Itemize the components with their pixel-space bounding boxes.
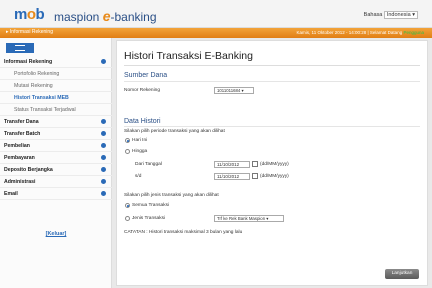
brand-e: e [102,8,111,24]
brand-suffix: -banking [110,10,157,24]
page-title: Histori Transaksi E-Banking [124,50,253,62]
user-name: Pengguna [403,30,424,35]
menu-icon [15,45,25,51]
sidebar-item-transfer-dana[interactable]: Transfer Dana [0,116,112,128]
expand-icon [101,179,106,184]
sidebar-item-label: Portofolio Rekening [14,71,60,77]
divider [124,126,420,127]
status-bar: ▸ Informasi Rekening Kamis, 11 Oktober 2… [0,28,432,38]
account-value: 1011011684 [217,88,241,93]
expand-icon [101,143,106,148]
sidebar-item-pembelian[interactable]: Pembelian [0,140,112,152]
radio-type-label: Jenis Transaksi [132,216,166,221]
continue-button[interactable]: Lanjutkan [385,269,419,279]
from-date-field[interactable]: 11/10/2012 [214,161,250,168]
sidebar-item-label: Pembelian [4,143,30,149]
sidebar-item-label: Histori Transaksi MEB [14,95,69,101]
expand-icon [101,131,106,136]
period-prompt: Silakan pilih periode transaksi yang aka… [124,129,225,134]
sidebar-item-portofolio[interactable]: Portofolio Rekening [0,68,112,80]
sidebar-item-label: Pembayaran [4,155,35,161]
type-prompt: Silakan pilih jenis transaksi yang akan … [124,193,219,198]
breadcrumb: ▸ Informasi Rekening [6,29,53,35]
expand-icon [101,59,106,64]
breadcrumb-text: Informasi Rekening [9,29,53,35]
app-header: mob maspion e-banking Bahasa Indonesia ▾ [0,0,432,28]
date-format-hint: (dd/MM/yyyy) [260,174,289,179]
from-date-label: Dari Tanggal [135,162,162,167]
radio-range[interactable] [125,149,130,154]
expand-icon [101,155,106,160]
sidebar-item-pembayaran[interactable]: Pembayaran [0,152,112,164]
session-text: Kamis, 11 Oktober 2012 - 14:00:28 | Sela… [296,30,403,35]
language-select[interactable]: Indonesia ▾ [383,11,418,19]
sidebar-item-deposito[interactable]: Deposito Berjangka [0,164,112,176]
sidebar-item-label: Email [4,191,18,197]
language-label: Bahasa [363,12,383,18]
sidebar-item-administrasi[interactable]: Administrasi [0,176,112,188]
expand-icon [101,167,106,172]
sidebar-item-mutasi[interactable]: Mutasi Rekening [0,80,112,92]
divider [124,81,420,82]
radio-today[interactable] [125,138,130,143]
logo-o: o [26,6,36,23]
mob-logo: mob [14,6,45,23]
sidebar-item-label: Mutasi Rekening [14,83,53,89]
radio-all-label: Semua Transaksi [132,203,170,208]
sidebar-item-status-terjadwal[interactable]: Status Transaksi Terjadwal [0,104,112,116]
sidebar-item-label: Informasi Rekening [4,59,53,65]
sidebar-item-email[interactable]: Email [0,188,112,200]
sidebar-item-label: Transfer Batch [4,131,41,137]
sidebar: Informasi Rekening Portofolio Rekening M… [0,38,112,288]
sidebar-item-informasi-rekening[interactable]: Informasi Rekening [0,56,112,68]
sidebar-item-label: Deposito Berjangka [4,167,53,173]
expand-icon [101,119,106,124]
history-note: CATATAN : Histori transaksi maksimal 3 b… [124,230,243,235]
radio-today-label: Hari Ini [132,138,148,143]
main-panel: Histori Transaksi E-Banking Sumber Dana … [116,40,428,286]
session-info: Kamis, 11 Oktober 2012 - 14:00:28 | Sela… [297,30,424,35]
logo-b: b [35,6,45,23]
sidebar-item-label: Transfer Dana [4,119,39,125]
expand-icon [101,191,106,196]
radio-all[interactable] [125,203,130,208]
sidebar-item-histori[interactable]: Histori Transaksi MEB [0,92,112,104]
language-switcher: Bahasa Indonesia ▾ [364,11,418,19]
account-label: Nomor Rekening [124,88,160,93]
menu-tab[interactable] [6,43,34,53]
to-date-field[interactable]: 11/10/2012 [214,173,250,180]
calendar-icon[interactable] [252,173,258,179]
to-date-label: s/d [135,174,142,179]
divider [124,65,420,66]
calendar-icon[interactable] [252,161,258,167]
sidebar-menu: Informasi Rekening Portofolio Rekening M… [0,56,112,200]
sidebar-item-transfer-batch[interactable]: Transfer Batch [0,128,112,140]
section-data-histori: Data Histori [124,118,161,125]
transaction-type-value: Trf ke Rek Bank Maspion [217,216,266,221]
logo-m: m [14,6,27,23]
logout-link[interactable]: [Keluar] [0,231,112,237]
language-value: Indonesia [386,12,411,18]
sidebar-item-label: Status Transaksi Terjadwal [14,107,76,113]
radio-range-label: Hingga [132,149,148,154]
section-sumber-dana: Sumber Dana [124,72,168,79]
transaction-type-select[interactable]: Trf ke Rek Bank Maspion ▾ [214,215,284,222]
sidebar-item-label: Administrasi [4,179,36,185]
brand-name: maspion e-banking [54,8,157,24]
brand-prefix: maspion [54,10,100,24]
date-format-hint: (dd/MM/yyyy) [260,162,289,167]
radio-type[interactable] [125,216,130,221]
account-select[interactable]: 1011011684 ▾ [214,87,254,94]
